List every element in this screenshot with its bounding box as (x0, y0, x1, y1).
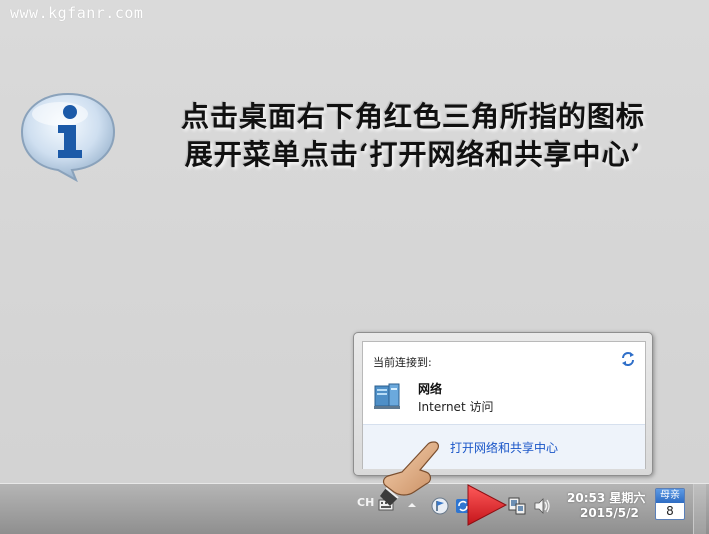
watermark-url: www.kgfanr.com (10, 4, 144, 22)
calendar-day: 8 (656, 503, 684, 519)
network-access-status: Internet 访问 (418, 400, 494, 414)
hand-icon (380, 441, 440, 506)
network-tray-icon[interactable] (508, 496, 526, 516)
language-indicator[interactable]: CH (357, 496, 374, 509)
calendar-top-label: 母亲 (656, 489, 684, 503)
clock-date[interactable]: 2015/5/2 (580, 506, 639, 520)
network-name: 网络 (418, 382, 443, 396)
volume-icon[interactable] (533, 496, 551, 516)
network-icon (374, 383, 400, 409)
show-desktop-button[interactable] (693, 484, 706, 534)
taskbar: CH 20:53 星期六 2015/5/2 母亲 8 (0, 483, 709, 534)
refresh-icon[interactable] (619, 350, 637, 368)
info-icon (20, 92, 116, 182)
tutorial-slide: www.kgfanr.com 点击桌面右下角红色三角所指的图标 展开菜单点击‘打… (0, 0, 709, 533)
instruction-text: 点击桌面右下角红色三角所指的图标 展开菜单点击‘打开网络和共享中心’ (128, 98, 698, 174)
red-triangle-pointer (467, 484, 508, 526)
calendar-icon[interactable]: 母亲 8 (655, 488, 685, 520)
clock-time[interactable]: 20:53 星期六 (567, 489, 645, 506)
instruction-line-1: 点击桌面右下角红色三角所指的图标 (180, 100, 645, 133)
connected-to-header: 当前连接到: (373, 356, 432, 369)
instruction-line-2: 展开菜单点击‘打开网络和共享中心’ (184, 138, 642, 171)
